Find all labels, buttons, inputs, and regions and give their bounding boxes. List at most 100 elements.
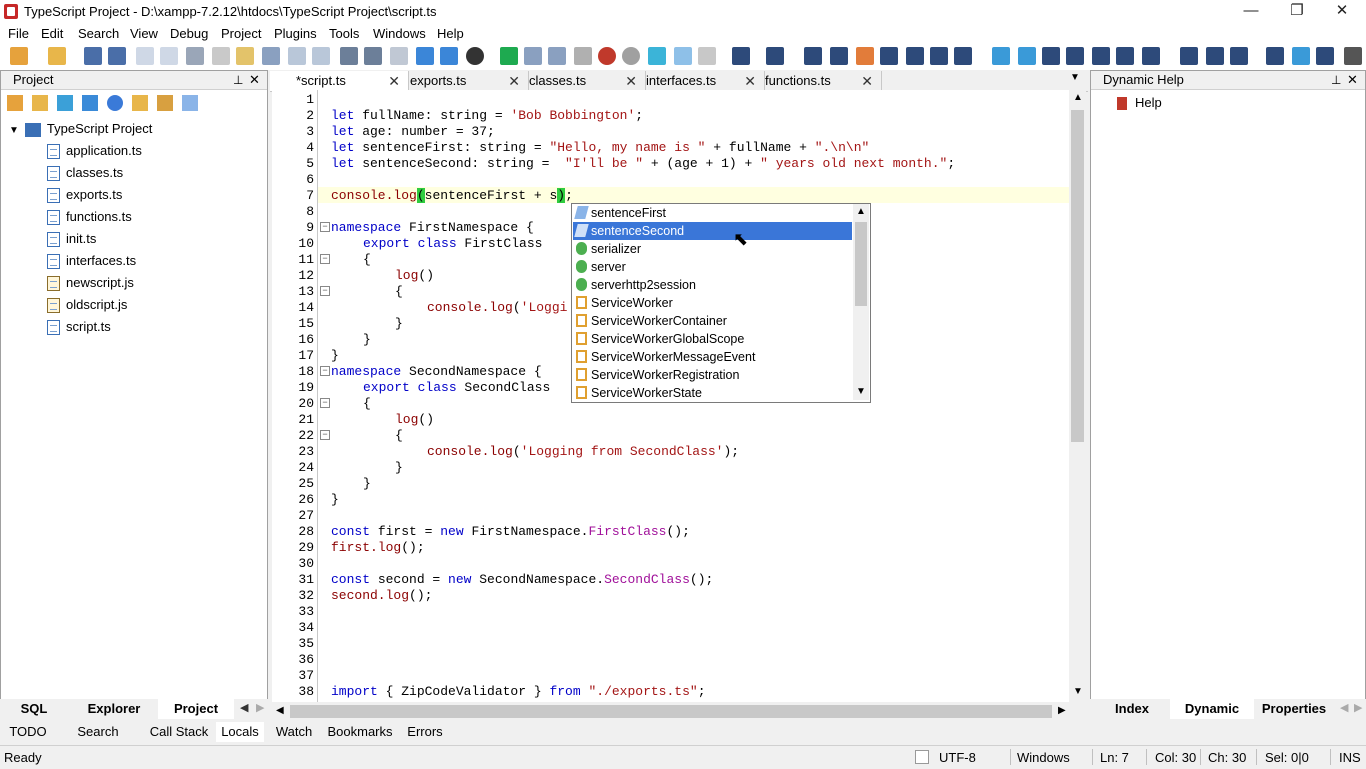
tab-watch[interactable]: Watch bbox=[272, 722, 316, 742]
step-into-icon[interactable] bbox=[548, 47, 566, 65]
status-line-endings[interactable]: Windows bbox=[1017, 750, 1070, 765]
file-item[interactable]: newscript.js bbox=[47, 272, 142, 294]
tab-index[interactable]: Index bbox=[1104, 699, 1160, 719]
autocomplete-item[interactable]: sentenceFirst bbox=[573, 204, 852, 222]
form-icon[interactable] bbox=[1292, 47, 1310, 65]
color-icon[interactable] bbox=[856, 47, 874, 65]
paragraph-icon[interactable] bbox=[930, 47, 948, 65]
file-item[interactable]: interfaces.ts bbox=[47, 250, 142, 272]
tab-todo[interactable]: TODO bbox=[6, 722, 50, 742]
file-item[interactable]: application.ts bbox=[47, 140, 142, 162]
pin-icon[interactable]: ⊥ bbox=[1331, 71, 1341, 89]
menu-help[interactable]: Help bbox=[437, 26, 464, 41]
cut-icon[interactable] bbox=[186, 47, 204, 65]
list-icon[interactable] bbox=[1230, 47, 1248, 65]
hr-icon[interactable] bbox=[1042, 47, 1060, 65]
scrollbar-thumb[interactable] bbox=[290, 705, 1052, 718]
script-icon[interactable] bbox=[1316, 47, 1334, 65]
scroll-right-icon[interactable]: ▶ bbox=[1354, 701, 1362, 714]
nbsp-icon[interactable] bbox=[880, 47, 898, 65]
panel-close-icon[interactable]: ✕ bbox=[1347, 71, 1358, 89]
font-icon[interactable] bbox=[830, 47, 848, 65]
forward-icon[interactable] bbox=[364, 47, 382, 65]
continue-icon[interactable] bbox=[674, 47, 692, 65]
add-folder-icon[interactable] bbox=[132, 95, 148, 111]
tab-list-dropdown-icon[interactable]: ▼ bbox=[1070, 72, 1080, 83]
properties-icon[interactable] bbox=[182, 95, 198, 111]
save-all-icon[interactable] bbox=[108, 47, 126, 65]
find-in-files-icon[interactable] bbox=[312, 47, 330, 65]
scroll-down-icon[interactable]: ▼ bbox=[856, 386, 866, 397]
menu-file[interactable]: File bbox=[8, 26, 29, 41]
autocomplete-popup[interactable]: sentenceFirst sentenceSecond serializer … bbox=[571, 203, 871, 403]
tab-locals[interactable]: Locals bbox=[216, 722, 264, 742]
stop-icon[interactable] bbox=[574, 47, 592, 65]
scroll-right-icon[interactable]: ▶ bbox=[1058, 705, 1066, 716]
new-project-icon[interactable] bbox=[7, 95, 23, 111]
open-project-icon[interactable] bbox=[32, 95, 48, 111]
line-break-icon[interactable] bbox=[906, 47, 924, 65]
scroll-left-icon[interactable]: ◀ bbox=[1340, 701, 1348, 714]
scroll-down-icon[interactable]: ▼ bbox=[1073, 686, 1083, 697]
scrollbar-thumb[interactable] bbox=[1071, 110, 1084, 442]
autocomplete-item[interactable]: serializer bbox=[573, 240, 852, 258]
find-icon[interactable] bbox=[262, 47, 280, 65]
tab-functions-ts[interactable]: functions.ts ✕ bbox=[739, 71, 882, 91]
redo-icon[interactable] bbox=[160, 47, 178, 65]
status-encoding[interactable]: UTF-8 bbox=[939, 750, 976, 765]
align-center-icon[interactable] bbox=[1116, 47, 1134, 65]
refresh-icon[interactable] bbox=[57, 95, 73, 111]
menu-debug[interactable]: Debug bbox=[170, 26, 208, 41]
fold-toggle-icon[interactable]: − bbox=[320, 366, 330, 376]
anchor-icon[interactable] bbox=[1092, 47, 1110, 65]
pin-icon[interactable]: ⊥ bbox=[233, 71, 243, 89]
fold-toggle-icon[interactable]: − bbox=[320, 222, 330, 232]
file-item[interactable]: init.ts bbox=[47, 228, 142, 250]
toolbar-overflow-icon[interactable] bbox=[1344, 47, 1362, 65]
tab-search-result[interactable]: Search Result bbox=[58, 722, 138, 759]
file-item[interactable]: classes.ts bbox=[47, 162, 142, 184]
editor-horizontal-scrollbar[interactable]: ◀ ▶ bbox=[272, 703, 1069, 720]
autocomplete-item[interactable]: ServiceWorkerRegistration bbox=[573, 366, 852, 384]
new-file-icon[interactable] bbox=[10, 47, 28, 65]
autocomplete-item[interactable]: server bbox=[573, 258, 852, 276]
underline-icon[interactable] bbox=[804, 47, 822, 65]
scrollbar-thumb[interactable] bbox=[855, 222, 867, 306]
comment-icon[interactable] bbox=[1066, 47, 1084, 65]
layout-icon[interactable] bbox=[440, 47, 458, 65]
scroll-up-icon[interactable]: ▲ bbox=[1073, 92, 1083, 103]
up-icon[interactable] bbox=[107, 95, 123, 111]
replace-icon[interactable] bbox=[288, 47, 306, 65]
bold-icon[interactable] bbox=[732, 47, 750, 65]
open-folder-icon[interactable] bbox=[48, 47, 66, 65]
menu-project[interactable]: Project bbox=[221, 26, 261, 41]
clear-breakpoints-icon[interactable] bbox=[622, 47, 640, 65]
table-icon[interactable] bbox=[1266, 47, 1284, 65]
menu-windows[interactable]: Windows bbox=[373, 26, 426, 41]
project-root[interactable]: ▼ TypeScript Project bbox=[9, 118, 152, 140]
collapse-icon[interactable] bbox=[157, 95, 173, 111]
file-item[interactable]: script.ts bbox=[47, 316, 142, 338]
undo-icon[interactable] bbox=[136, 47, 154, 65]
tab-explorer[interactable]: Explorer bbox=[76, 699, 152, 719]
autocomplete-item-selected[interactable]: sentenceSecond bbox=[573, 222, 852, 240]
autocomplete-scrollbar[interactable]: ▲ ▼ bbox=[853, 204, 869, 400]
save-icon[interactable] bbox=[84, 47, 102, 65]
columns-icon[interactable] bbox=[1206, 47, 1224, 65]
file-item[interactable]: functions.ts bbox=[47, 206, 142, 228]
tab-dynamic-help[interactable]: Dynamic Help bbox=[1170, 699, 1254, 736]
minimize-button[interactable]: — bbox=[1228, 0, 1274, 24]
italic-icon[interactable] bbox=[766, 47, 784, 65]
run-icon[interactable] bbox=[500, 47, 518, 65]
menu-search[interactable]: Search bbox=[78, 26, 119, 41]
close-tab-icon[interactable]: ✕ bbox=[861, 71, 873, 91]
tab-project[interactable]: Project bbox=[158, 699, 234, 719]
autocomplete-item[interactable]: serverhttp2session bbox=[573, 276, 852, 294]
debug-run-icon[interactable] bbox=[648, 47, 666, 65]
tab-properties[interactable]: Properties bbox=[1258, 699, 1330, 719]
tab-bookmarks[interactable]: Bookmarks bbox=[326, 722, 394, 742]
toggle-panel-icon[interactable] bbox=[390, 47, 408, 65]
scroll-up-icon[interactable]: ▲ bbox=[856, 206, 866, 217]
scroll-right-icon[interactable]: ▶ bbox=[256, 701, 264, 714]
box-icon[interactable] bbox=[1142, 47, 1160, 65]
